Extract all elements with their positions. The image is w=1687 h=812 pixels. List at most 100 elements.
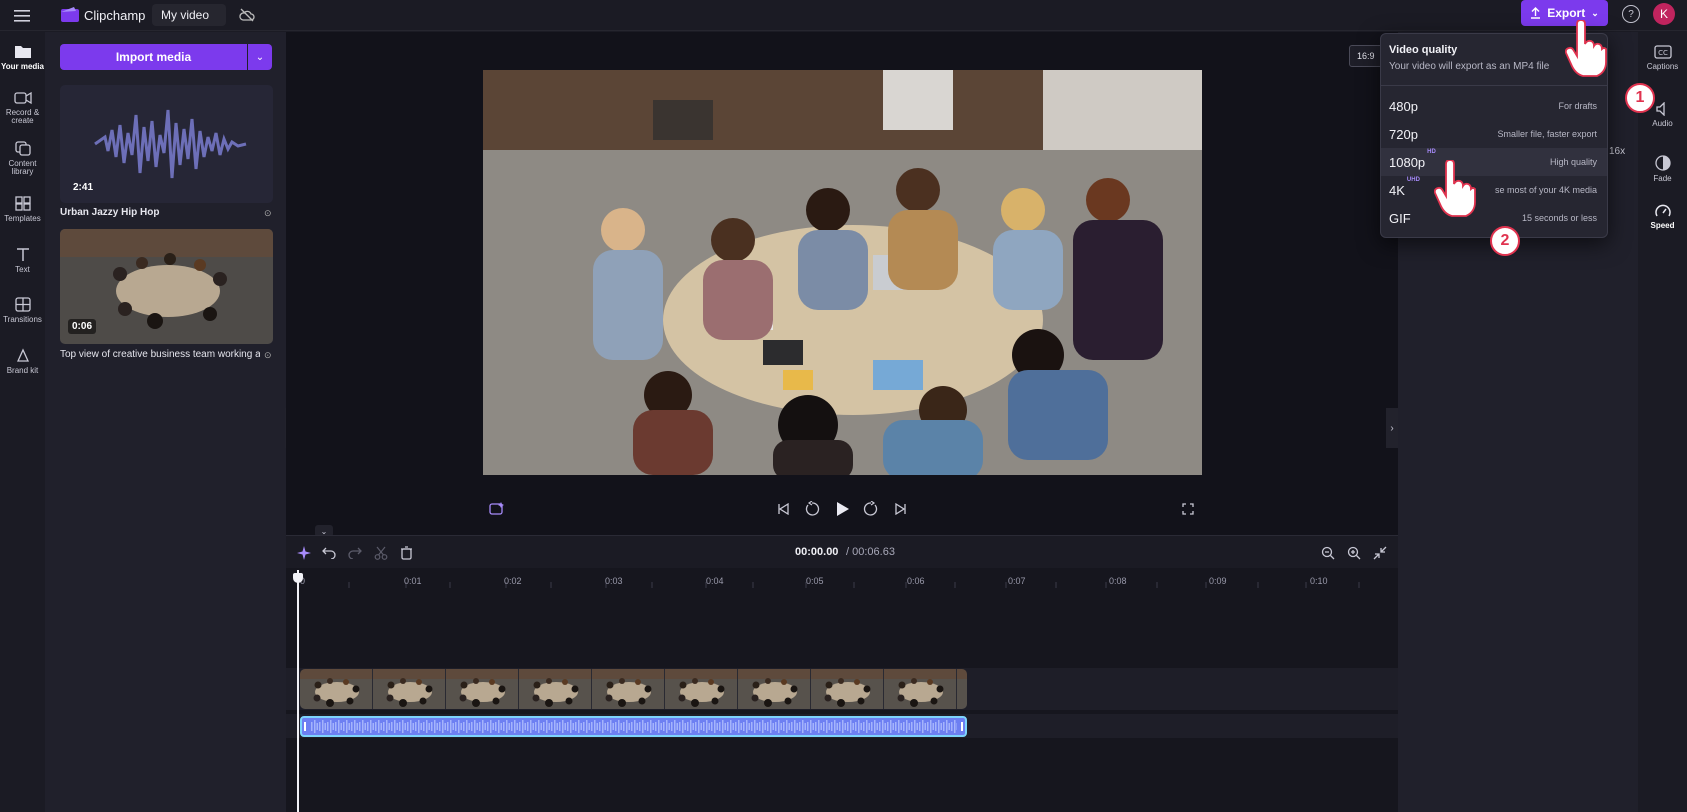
rail-label: Audio (1652, 119, 1673, 128)
quality-label-text: 1080p (1389, 154, 1426, 170)
quality-label: 720p (1389, 126, 1418, 142)
quality-desc: For drafts (1558, 101, 1597, 111)
zoom-out-icon[interactable] (1320, 545, 1336, 561)
rail-label: Transitions (3, 315, 42, 324)
quality-label: GIF (1389, 210, 1411, 226)
video-clip-frames (300, 669, 967, 709)
import-options-button[interactable]: ⌄ (248, 44, 272, 70)
fit-timeline-icon[interactable] (1372, 545, 1388, 561)
speed-value: 16x (1609, 146, 1626, 157)
svg-text:CC: CC (1658, 49, 1668, 57)
audio-waveform (304, 718, 963, 735)
audio-clip[interactable] (300, 716, 967, 737)
more-options-icon[interactable]: ⊙ (264, 208, 272, 219)
quality-desc: se most of your 4K media (1494, 185, 1597, 195)
playhead[interactable] (297, 570, 299, 812)
app-name: Clipchamp (84, 8, 146, 23)
skip-back-icon[interactable] (775, 501, 791, 517)
right-rail (1638, 32, 1687, 812)
menu-icon[interactable] (12, 6, 32, 26)
quality-label-text: 4K (1389, 182, 1405, 198)
rail-label: Text (15, 265, 30, 274)
video-preview[interactable] (483, 70, 1202, 475)
quality-badge: HD (1427, 148, 1436, 155)
divider (1381, 85, 1607, 86)
quality-option-480p[interactable]: 480p For drafts (1381, 92, 1607, 120)
captions-icon: CC (1653, 45, 1672, 59)
quality-option-gif[interactable]: GIF 15 seconds or less (1381, 204, 1607, 232)
pointer-hand-icon (1564, 19, 1607, 78)
magic-sparkle-icon[interactable] (488, 500, 506, 518)
play-icon[interactable] (833, 499, 853, 519)
quality-desc: High quality (1549, 157, 1597, 167)
rail-item-captions[interactable]: CC Captions (1638, 45, 1687, 71)
fade-icon (1654, 155, 1671, 171)
text-icon (16, 248, 29, 261)
export-menu-subtitle: Your video will export as an MP4 file (1389, 61, 1550, 72)
rail-item-fade[interactable]: Fade (1638, 155, 1687, 183)
quality-option-4k[interactable]: 4K UHD se most of your 4K media (1381, 176, 1607, 204)
rewind-5-icon[interactable] (803, 500, 821, 518)
export-label: Export (1547, 6, 1586, 20)
quality-desc: 15 seconds or less (1521, 213, 1597, 223)
timeline-tick: 0:02 (504, 576, 522, 586)
rail-item-transitions[interactable]: Transitions (0, 297, 45, 324)
upload-icon (1531, 7, 1541, 19)
media-duration: 2:41 (73, 182, 94, 193)
timeline-tick: 0:03 (605, 576, 623, 586)
timeline-tick: 0:10 (1310, 576, 1328, 586)
pointer-hand-icon (1433, 159, 1476, 218)
callout-badge: 1 (1625, 83, 1655, 113)
avatar[interactable]: K (1653, 3, 1675, 25)
playhead-handle[interactable] (293, 573, 303, 583)
timeline-tick: 0:01 (404, 576, 422, 586)
undo-icon[interactable] (321, 545, 337, 561)
redo-icon[interactable] (347, 545, 363, 561)
chevron-down-icon: ⌄ (1591, 7, 1599, 18)
rail-item-text[interactable]: Text (0, 247, 45, 274)
quality-option-720p[interactable]: 720p Smaller file, faster export (1381, 120, 1607, 148)
fullscreen-icon[interactable] (1180, 501, 1196, 517)
rail-label: Templates (4, 214, 41, 223)
brand-kit-icon (16, 348, 29, 362)
total-time: / 00:06.63 (846, 546, 895, 558)
rail-label: Content library (8, 159, 37, 176)
media-item-audio[interactable]: 2:41 (60, 85, 273, 203)
rail-label: Captions (1646, 62, 1679, 71)
media-item-video[interactable]: 0:06 (60, 229, 273, 344)
video-clip[interactable] (300, 669, 967, 709)
import-media-button[interactable]: Import media (60, 44, 247, 70)
rail-item-brand-kit[interactable]: Brand kit (0, 348, 45, 375)
help-icon[interactable]: ? (1622, 5, 1640, 23)
quality-desc: Smaller file, faster export (1497, 129, 1597, 139)
camera-icon (13, 91, 32, 105)
rail-item-templates[interactable]: Templates (0, 196, 45, 223)
chevron-down-icon: ⌄ (255, 51, 265, 63)
more-options-icon[interactable]: ⊙ (264, 350, 272, 361)
rail-item-speed[interactable]: Speed (1638, 204, 1687, 230)
rail-label: Your media (1, 62, 44, 71)
collapse-right-handle[interactable]: › (1386, 408, 1398, 448)
sparkle-icon[interactable] (296, 545, 312, 561)
zoom-in-icon[interactable] (1346, 545, 1362, 561)
transitions-icon (14, 297, 31, 312)
timeline-tick: 0:07 (1008, 576, 1026, 586)
clipchamp-logo-icon (60, 6, 80, 24)
rail-item-your-media[interactable]: Your media (0, 44, 45, 71)
cloud-off-icon (237, 5, 257, 25)
rail-label: Fade (1653, 174, 1672, 183)
audio-icon (1655, 102, 1665, 116)
rail-label: Speed (1650, 221, 1675, 230)
timeline-tick: 0:09 (1209, 576, 1227, 586)
delete-icon[interactable] (398, 545, 414, 561)
split-scissors-icon[interactable] (373, 545, 389, 561)
forward-5-icon[interactable] (862, 500, 880, 518)
quality-option-1080p[interactable]: 1080p HD High quality (1381, 148, 1607, 176)
skip-forward-icon[interactable] (893, 501, 909, 517)
folder-icon (14, 46, 31, 58)
rail-item-record-create[interactable]: Record & create (0, 91, 45, 125)
project-title[interactable]: My video (152, 4, 226, 26)
media-title: Urban Jazzy Hip Hop (60, 207, 160, 218)
timeline-ruler (286, 568, 1398, 590)
rail-item-content-library[interactable]: Content library (0, 141, 45, 176)
